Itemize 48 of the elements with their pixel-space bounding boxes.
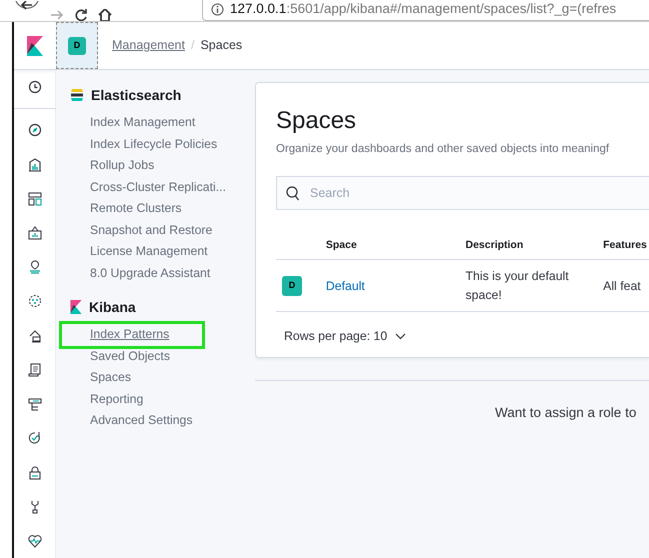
column-header: Description — [466, 239, 524, 252]
kibana-logo-icon — [70, 300, 82, 314]
sidebar-link[interactable]: Spaces — [90, 367, 255, 388]
sidebar-link[interactable]: Saved Objects — [90, 346, 255, 367]
column-header: Space — [326, 239, 357, 252]
heartbeat-icon[interactable] — [28, 534, 42, 548]
table-cell: All feat — [603, 278, 641, 293]
breadcrumb-separator: / — [190, 37, 194, 54]
space-avatar[interactable]: D — [68, 36, 86, 54]
space-link[interactable]: Default — [326, 278, 365, 293]
search-icon — [286, 186, 300, 202]
info-icon — [211, 3, 224, 16]
compass-icon[interactable] — [28, 123, 42, 138]
breadcrumb: Spaces — [200, 37, 242, 54]
rows-per-page-button[interactable]: Rows per page: 10 — [276, 326, 412, 347]
map-pin-icon[interactable] — [28, 260, 42, 274]
chevron-down-icon — [395, 332, 406, 340]
elasticsearch-logo-icon — [70, 88, 84, 102]
sidebar-link[interactable]: 8.0 Upgrade Assistant — [90, 262, 255, 284]
sidebar-link[interactable]: Remote Clusters — [90, 198, 255, 220]
breadcrumb[interactable]: Management — [112, 36, 185, 55]
section-title: Kibana — [89, 298, 136, 316]
page-description: Organize your dashboards and other saved objects into meaningf — [276, 142, 610, 157]
sidebar-link[interactable]: Reporting — [90, 388, 255, 410]
address-bar[interactable]: 127.0.0.1:5601/app/kibana#/management/spaces/list?_g=(refres — [202, 0, 649, 21]
sidebar-link[interactable]: License Management — [90, 241, 255, 262]
role-assign-text: Want to assign a role to — [495, 404, 636, 420]
sidebar-link[interactable]: Index Management — [90, 112, 255, 134]
section-title: Elasticsearch — [91, 86, 182, 104]
sidebar-link[interactable]: Advanced Settings — [90, 410, 255, 432]
column-header: Features — [603, 239, 647, 252]
table-cell: This is your default space! — [466, 269, 569, 302]
search-field[interactable]: Search — [276, 176, 649, 210]
sidebar-link[interactable]: Index Lifecycle Policies — [90, 134, 255, 155]
sidebar-link[interactable]: Cross-Cluster Replicati... — [90, 176, 255, 198]
sidebar-link[interactable]: Index Patterns — [62, 324, 202, 346]
space-avatar: D — [282, 276, 302, 296]
sidebar-link[interactable]: Rollup Jobs — [90, 155, 255, 176]
page-title: Spaces — [276, 109, 358, 133]
dashboard-icon[interactable] — [28, 192, 42, 206]
logo-icon[interactable] — [27, 36, 43, 56]
canvas-icon[interactable] — [28, 226, 42, 240]
clock-icon[interactable] — [28, 80, 42, 94]
bar-chart-icon[interactable] — [28, 158, 42, 172]
lock-icon[interactable] — [28, 466, 42, 480]
home-button[interactable] — [98, 9, 112, 21]
sidebar-link[interactable]: Snapshot and Restore — [90, 220, 255, 241]
reload-button[interactable] — [74, 9, 88, 21]
